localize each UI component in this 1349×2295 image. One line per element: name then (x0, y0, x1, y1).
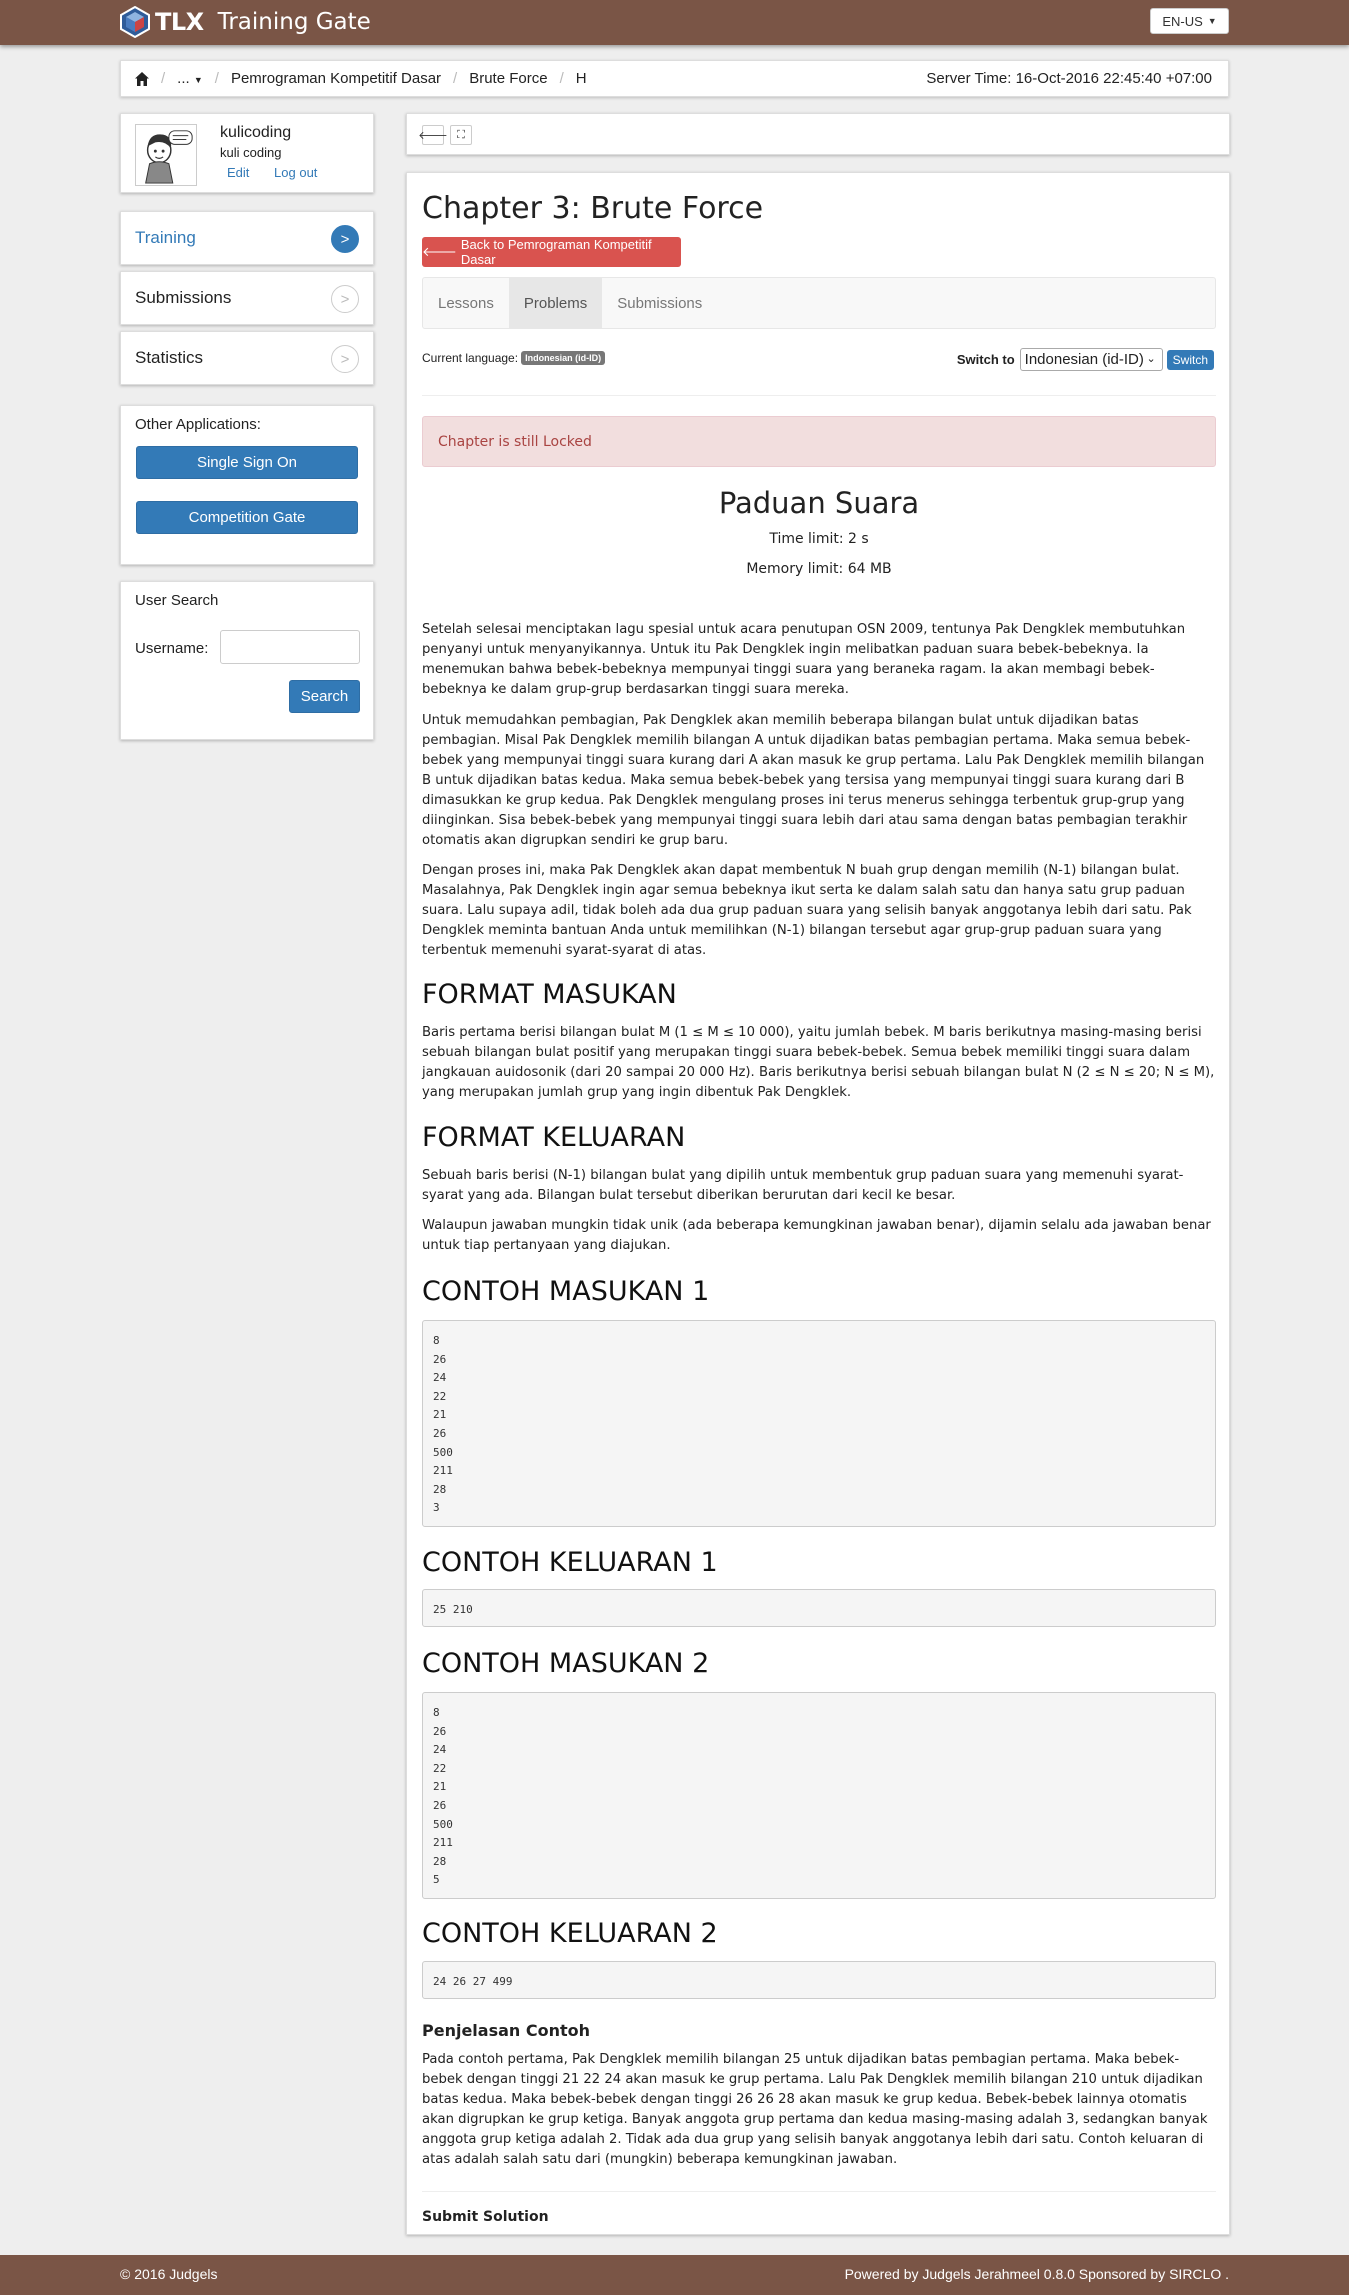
time-limit: Time limit: 2 s (769, 531, 869, 547)
statement-paragraph: Setelah selesai menciptakan lagu spesial… (422, 622, 1186, 697)
breadcrumb-separator: / (453, 70, 458, 87)
arrow-left-icon[interactable]: 🡐 (418, 125, 448, 145)
breadcrumb-ellipsis: ... (177, 70, 190, 87)
sidebar-item-label: Training (135, 228, 196, 247)
output-format-text: Sebuah baris berisi (N-1) bilangan bulat… (422, 1168, 1184, 1203)
switch-language-button[interactable]: Switch (1166, 349, 1214, 370)
back-button-label: Back to Pemrograman Kompetitif Dasar (460, 237, 652, 267)
switch-to-label: Switch to (956, 352, 1015, 367)
breadcrumb-separator: / (559, 70, 564, 87)
sidebar-item-training[interactable]: Training > (120, 211, 374, 265)
profile-card: kulicoding kuli coding Edit Log out (120, 113, 374, 193)
statement-paragraph: Dengan proses ini, maka Pak Dengklek aka… (422, 863, 1192, 958)
logo-text: TLX (155, 8, 204, 36)
caret-down-icon: ▼ (1207, 16, 1217, 26)
footer-powered-by[interactable]: Powered by Judgels Jerahmeel 0.8.0 Spons… (845, 2266, 1229, 2282)
profile-links: Edit Log out (227, 165, 338, 180)
breadcrumb-course[interactable]: Pemrograman Kompetitif Dasar (231, 70, 441, 87)
tab-lessons[interactable]: Lessons (423, 278, 509, 328)
user-search-panel: User Search Username: Search (120, 581, 374, 740)
language-select-value: Indonesian (id-ID) (1024, 351, 1144, 368)
breadcrumb-separator: / (214, 70, 219, 87)
footer: © 2016 Judgels Powered by Judgels Jerahm… (0, 2255, 1349, 2295)
sample-input-2-heading: CONTOH MASUKAN 2 (422, 1648, 710, 1679)
profile-fullname: kuli coding (220, 145, 282, 160)
explanation-text: Pada contoh pertama, Pak Dengklek memili… (422, 2052, 1208, 2167)
tlx-logo-icon (120, 6, 150, 38)
submit-solution-heading: Submit Solution (422, 2209, 549, 2225)
chevron-right-icon: > (331, 225, 359, 253)
sidebar-item-submissions[interactable]: Submissions > (120, 271, 374, 325)
sample-input-1-heading: CONTOH MASUKAN 1 (422, 1276, 710, 1307)
sample-input-2: 8 26 24 22 21 26 500 211 28 5 (422, 1692, 1216, 1899)
current-language-badge: Indonesian (id-ID) (521, 351, 606, 365)
problem-title: Paduan Suara (718, 486, 920, 520)
fullscreen-icon[interactable]: ⛶ (450, 125, 472, 145)
app-title: Training Gate (217, 9, 371, 35)
breadcrumb-chapter[interactable]: Brute Force (469, 70, 547, 87)
chevron-down-icon: ⌄ (1146, 353, 1156, 365)
language-dropdown[interactable]: EN-US ▼ (1150, 8, 1229, 34)
arrow-left-icon: 🡐 (422, 244, 457, 259)
statement-paragraph: Untuk memudahkan pembagian, Pak Dengklek… (422, 713, 1205, 848)
current-language-label: Current language: (422, 351, 519, 365)
chapter-tabs: Lessons Problems Submissions (422, 277, 1216, 329)
edit-profile-link[interactable]: Edit (227, 165, 249, 180)
memory-limit: Memory limit: 64 MB (746, 561, 892, 577)
brand[interactable]: TLX Training Gate (119, 5, 371, 39)
output-format-note: Walaupun jawaban mungkin tidak unik (ada… (422, 1218, 1211, 1253)
divider (422, 2191, 1216, 2192)
explanation-heading: Penjelasan Contoh (422, 2021, 591, 2040)
problem-toolbar: 🡐 ⛶ (406, 113, 1230, 155)
server-time: Server Time: 16-Oct-2016 22:45:40 +07:00 (926, 70, 1212, 87)
username-label: Username: (135, 640, 209, 657)
output-format-heading: FORMAT KELUARAN (422, 1122, 686, 1153)
sample-output-2: 24 26 27 499 (422, 1961, 1216, 1999)
input-format-heading: FORMAT MASUKAN (422, 979, 677, 1010)
locked-alert: Chapter is still Locked (422, 416, 1216, 467)
footer-copyright: © 2016 Judgels (120, 2266, 218, 2282)
avatar (135, 124, 197, 186)
sample-output-2-heading: CONTOH KELUARAN 2 (422, 1918, 718, 1949)
chapter-title: Chapter 3: Brute Force (422, 191, 764, 226)
current-language: Current language: Indonesian (id-ID) (422, 351, 606, 365)
input-format-text: Baris pertama berisi bilangan bulat M (1… (422, 1025, 1215, 1100)
breadcrumb-separator: / (161, 70, 166, 87)
tab-submissions[interactable]: Submissions (602, 278, 717, 328)
sample-output-1-heading: CONTOH KELUARAN 1 (422, 1547, 718, 1578)
chevron-right-icon: > (331, 345, 359, 373)
language-label: EN-US (1162, 13, 1203, 29)
back-to-course-button[interactable]: 🡐 Back to Pemrograman Kompetitif Dasar (422, 237, 681, 267)
single-sign-on-button[interactable]: Single Sign On (136, 446, 358, 479)
sidebar-item-statistics[interactable]: Statistics > (120, 331, 374, 385)
sample-output-1: 25 210 (422, 1589, 1216, 1627)
sidebar-item-label: Submissions (135, 288, 232, 307)
competition-gate-button[interactable]: Competition Gate (136, 501, 358, 534)
tab-problems[interactable]: Problems (508, 278, 603, 328)
search-button[interactable]: Search (289, 680, 360, 713)
home-icon[interactable] (135, 71, 149, 86)
other-applications-panel: Other Applications: Single Sign On Compe… (120, 405, 374, 565)
breadcrumb-more[interactable]: ... ▼ (177, 70, 203, 87)
chevron-right-icon: > (331, 285, 359, 313)
sample-input-1: 8 26 24 22 21 26 500 211 28 3 (422, 1320, 1216, 1527)
language-select[interactable]: Indonesian (id-ID) ⌄ (1019, 348, 1163, 371)
other-applications-label: Other Applications: (135, 416, 261, 433)
main-content: Chapter 3: Brute Force 🡐 Back to Pemrogr… (406, 172, 1230, 2235)
top-navbar: TLX Training Gate EN-US ▼ (0, 0, 1349, 45)
breadcrumb: / ... ▼ / Pemrograman Kompetitif Dasar /… (120, 60, 1229, 97)
divider (422, 395, 1216, 396)
username-search-input[interactable] (220, 630, 360, 664)
caret-down-icon: ▼ (193, 75, 203, 85)
profile-username: kulicoding (220, 124, 292, 141)
logout-link[interactable]: Log out (274, 165, 317, 180)
breadcrumb-problem: H (575, 70, 587, 87)
sidebar-item-label: Statistics (135, 348, 204, 367)
user-search-title: User Search (135, 592, 219, 609)
language-switcher: Switch to Indonesian (id-ID) ⌄ Switch (957, 348, 1214, 371)
